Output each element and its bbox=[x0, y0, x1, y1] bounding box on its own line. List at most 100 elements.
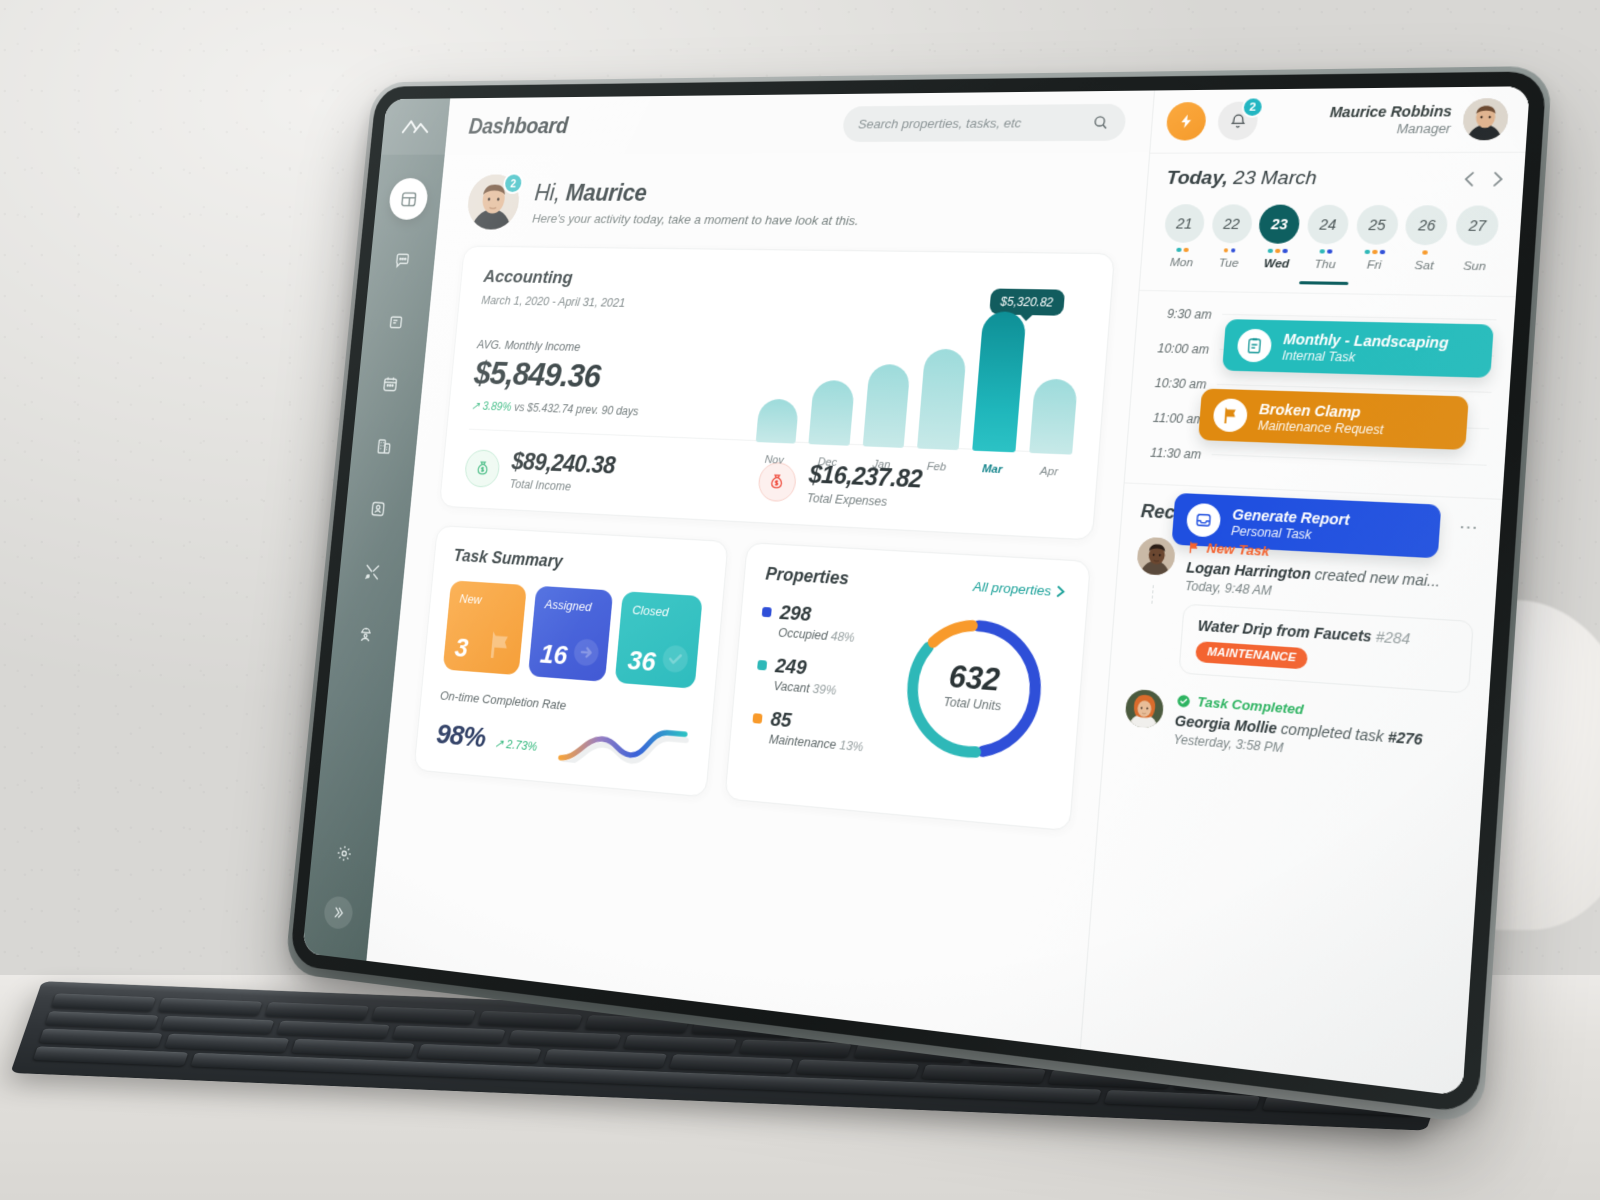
activity-actor: Georgia Mollie bbox=[1174, 712, 1278, 737]
sidebar-item-properties[interactable] bbox=[363, 425, 405, 469]
calendar-dot bbox=[1267, 248, 1273, 254]
activity-item[interactable]: New Task Logan Harrington created new ma… bbox=[1135, 536, 1479, 610]
user-profile[interactable]: Maurice Robbins Manager bbox=[1328, 98, 1510, 141]
delta-arrow-icon: ↗ bbox=[470, 399, 481, 413]
chart-bar[interactable] bbox=[755, 398, 800, 444]
right-panel: 2 Maurice Robbins Manager Today, 23 Marc… bbox=[1080, 86, 1531, 1097]
calendar-day-number: 25 bbox=[1355, 204, 1400, 245]
total-income: $89,240.38 Total Income bbox=[463, 446, 751, 502]
calendar-day-23[interactable]: 23 Wed bbox=[1254, 204, 1303, 271]
app-logo[interactable] bbox=[381, 98, 451, 155]
legend-value: 249 bbox=[774, 655, 808, 680]
user-role: Manager bbox=[1396, 121, 1452, 137]
legend-item[interactable]: 249 Vacant 39% bbox=[755, 654, 893, 702]
subcard-id: #284 bbox=[1375, 628, 1411, 648]
activity-tag-label: New Task bbox=[1206, 540, 1271, 560]
schedule-slot: 10:00 am bbox=[1141, 340, 1495, 385]
search-input[interactable] bbox=[857, 114, 1086, 131]
sidebar-item-dashboard[interactable] bbox=[387, 178, 430, 220]
money-bag-in-icon bbox=[463, 448, 501, 488]
task-tiles: New 3 Assigned 16 Closed 36 bbox=[442, 580, 703, 689]
task-tile-assigned[interactable]: Assigned 16 bbox=[527, 585, 614, 682]
chevron-left-icon[interactable] bbox=[1463, 171, 1475, 188]
avatar-maurice-small bbox=[1461, 98, 1510, 141]
task-tile-value: 16 bbox=[538, 638, 569, 671]
calendar-day-22[interactable]: 22 Tue bbox=[1207, 204, 1255, 270]
recent-activities: Recent Activities ⋯ bbox=[1080, 482, 1503, 1097]
legend-item[interactable]: 298 Occupied 48% bbox=[760, 601, 898, 648]
calendar-day-27[interactable]: 27 Sun bbox=[1451, 205, 1502, 273]
task-tile-closed[interactable]: Closed 36 bbox=[615, 591, 703, 689]
chart-bar[interactable] bbox=[808, 379, 855, 446]
sidebar-item-calendar[interactable] bbox=[369, 363, 411, 406]
task-tile-label: Closed bbox=[631, 602, 670, 620]
calendar-day-dots bbox=[1267, 248, 1288, 254]
quick-action-button[interactable] bbox=[1165, 101, 1208, 141]
activity-subcard[interactable]: Water Drip from Faucets #284 MAINTENANCE bbox=[1178, 603, 1474, 694]
schedule-event[interactable]: Generate Report Personal Task bbox=[1171, 492, 1442, 559]
notifications-badge: 2 bbox=[1241, 96, 1265, 118]
activity-time: Today, 9:48 AM bbox=[1184, 578, 1273, 599]
legend-pct: 48% bbox=[830, 629, 856, 645]
search-icon[interactable] bbox=[1092, 113, 1110, 130]
sidebar-item-settings[interactable] bbox=[326, 833, 363, 874]
chart-bar-column[interactable] bbox=[862, 309, 915, 448]
schedule-event-subtitle: Personal Task bbox=[1230, 523, 1313, 542]
legend-item[interactable]: 85 Maintenance 13% bbox=[751, 707, 889, 756]
schedule-event[interactable]: Broken Clamp Maintenance Request bbox=[1198, 388, 1469, 450]
all-properties-link[interactable]: All properties bbox=[972, 579, 1065, 600]
right-topbar: 2 Maurice Robbins Manager bbox=[1150, 86, 1530, 152]
activity-task-id: #276 bbox=[1387, 728, 1424, 749]
schedule-time: 9:30 am bbox=[1166, 306, 1213, 322]
sidebar-item-messages[interactable] bbox=[382, 239, 424, 281]
user-avatar[interactable] bbox=[1461, 98, 1510, 141]
chart-bar-column[interactable] bbox=[1028, 312, 1083, 455]
arrow-right-icon bbox=[572, 637, 601, 672]
task-tile-label: New bbox=[458, 591, 483, 607]
chart-bar[interactable] bbox=[917, 348, 968, 451]
schedule-event-title: Monthly - Landscaping bbox=[1282, 330, 1450, 351]
sidebar-item-staff[interactable] bbox=[345, 612, 387, 657]
calendar-day-26[interactable]: 26 Sat bbox=[1401, 205, 1451, 273]
schedule-line bbox=[1216, 383, 1492, 393]
schedule-event[interactable]: Monthly - Landscaping Internal Task bbox=[1222, 319, 1494, 378]
money-bag-icon bbox=[473, 459, 491, 477]
activity-time: Yesterday, 3:58 PM bbox=[1172, 732, 1284, 756]
schedule-line bbox=[1211, 453, 1487, 466]
calendar-day-21[interactable]: 21 Mon bbox=[1160, 204, 1208, 269]
schedule-line bbox=[1214, 418, 1490, 430]
sidebar-collapse-button[interactable] bbox=[322, 895, 354, 931]
calendar-dot bbox=[1183, 247, 1189, 253]
ellipsis-icon[interactable]: ⋯ bbox=[1458, 516, 1481, 539]
properties-donut-chart: 632 Total Units bbox=[893, 607, 1055, 773]
calendar-day-25[interactable]: 25 Fri bbox=[1351, 204, 1401, 272]
gear-icon bbox=[335, 843, 353, 864]
activity-item[interactable]: Task Completed Georgia Mollie completed … bbox=[1123, 688, 1468, 770]
search-bar[interactable] bbox=[841, 103, 1127, 142]
sidebar-item-maintenance[interactable] bbox=[351, 549, 393, 594]
activities-title: Recent Activities bbox=[1140, 500, 1293, 529]
accounting-delta: ↗ 3.89% vs $5.432.74 prev. 90 days bbox=[471, 399, 639, 418]
calendar-day-name: Sun bbox=[1462, 260, 1487, 274]
legend-label: Maintenance 13% bbox=[768, 732, 864, 755]
schedule-timeline: 9:30 am 10:00 am 10:30 am 11:00 am 11:30 am M… bbox=[1124, 289, 1517, 559]
chart-bar-column[interactable] bbox=[808, 308, 861, 446]
notifications-button[interactable]: 2 bbox=[1216, 96, 1265, 141]
chart-x-label: Jan bbox=[872, 458, 891, 472]
schedule-event-title: Broken Clamp bbox=[1258, 400, 1362, 421]
chart-bar[interactable] bbox=[862, 363, 911, 448]
subcard-title-text: Water Drip from Faucets bbox=[1197, 617, 1373, 645]
sidebar-item-documents[interactable] bbox=[376, 301, 418, 344]
subcard-pill: MAINTENANCE bbox=[1195, 641, 1309, 670]
accounting-date-range: March 1, 2020 - April 31, 2021 bbox=[480, 293, 626, 310]
schedule-time: 10:30 am bbox=[1154, 375, 1208, 392]
chevron-right-icon[interactable] bbox=[1492, 171, 1504, 188]
sidebar-item-contacts[interactable] bbox=[357, 487, 399, 531]
task-tile-new[interactable]: New 3 bbox=[442, 580, 527, 676]
check-circle-icon bbox=[1177, 694, 1191, 708]
calendar-day-number: 26 bbox=[1404, 205, 1450, 246]
activity-tag: New Task bbox=[1187, 539, 1478, 570]
chart-bar[interactable] bbox=[1028, 378, 1078, 455]
calendar-day-24[interactable]: 24 Thu bbox=[1302, 204, 1351, 272]
calendar-day-name: Wed bbox=[1263, 257, 1290, 271]
